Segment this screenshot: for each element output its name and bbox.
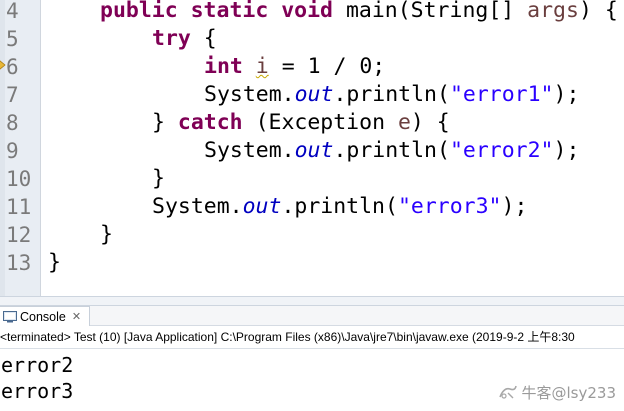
code-text: = 1 / 0; (268, 54, 386, 79)
line-number: 5 (6, 27, 19, 51)
line-number: 7 (6, 83, 19, 107)
code-text: { (190, 26, 217, 51)
line-number: 11 (6, 195, 32, 219)
static-field: out (294, 82, 334, 107)
console-process-label: <terminated> Test (10) [Java Application… (0, 330, 575, 344)
marker-strip (0, 0, 5, 296)
code-line-10[interactable]: } (152, 165, 165, 193)
console-tab-bar: Console ✕ (0, 306, 624, 326)
static-field: out (242, 194, 282, 219)
watermark: 牛客@lsy233 (498, 380, 617, 404)
console-output-line: error2 (1, 353, 74, 377)
code-text: System. (204, 138, 295, 163)
console-monitor-icon (3, 310, 17, 322)
code-line-12[interactable]: } (100, 221, 113, 249)
line-number: 13 (6, 251, 32, 275)
code-text: .println( (333, 138, 450, 163)
static-field: out (294, 138, 334, 163)
code-editor[interactable]: 4 5 6 7 8 9 10 11 12 13 public static vo… (0, 0, 624, 296)
watermark-text: 牛客@lsy233 (521, 383, 617, 402)
code-text: } (48, 250, 61, 275)
code-line-11[interactable]: System.out.println("error3"); (152, 193, 527, 221)
line-number: 12 (6, 223, 32, 247)
code-text: System. (152, 194, 243, 219)
string-literal: "error2" (449, 138, 554, 163)
line-number: 6 (6, 55, 19, 79)
code-text: } (100, 222, 113, 247)
code-text: .println( (281, 194, 398, 219)
tab-label: Console (20, 309, 66, 324)
code-text: ); (553, 82, 580, 107)
warning-variable[interactable]: i (256, 54, 269, 79)
tab-console[interactable]: Console ✕ (0, 306, 90, 326)
code-text: } (152, 166, 165, 191)
nowcoder-logo-icon (498, 385, 517, 399)
code-line-5[interactable]: try { (152, 25, 217, 53)
code-text: ); (501, 194, 528, 219)
string-literal: "error1" (449, 82, 554, 107)
keyword: public static void (100, 0, 333, 23)
divider (0, 348, 624, 349)
code-line-9[interactable]: System.out.println("error2"); (204, 137, 579, 165)
line-number: 4 (6, 0, 19, 23)
parameter-name: args (527, 0, 579, 23)
line-number: 8 (6, 111, 19, 135)
code-line-7[interactable]: System.out.println("error1"); (204, 81, 579, 109)
code-line-6[interactable]: int i = 1 / 0; (204, 53, 385, 81)
console-output-line: error3 (1, 379, 74, 403)
close-icon[interactable]: ✕ (72, 310, 81, 323)
line-number: 10 (6, 167, 32, 191)
code-text: (Exception (242, 110, 398, 135)
keyword: catch (177, 110, 243, 135)
keyword: try (152, 26, 191, 51)
string-literal: "error3" (397, 194, 502, 219)
code-text: System. (204, 82, 295, 107)
code-text: ); (553, 138, 580, 163)
line-number: 9 (6, 139, 19, 163)
code-text: ) { (578, 0, 618, 23)
code-text: ) { (410, 110, 450, 135)
code-line-8[interactable]: } catch (Exception e) { (152, 109, 450, 137)
code-line-4[interactable]: public static void main(String[] args) { (100, 0, 618, 25)
gutter-divider (40, 0, 41, 296)
code-text: } (152, 110, 178, 135)
view-sash[interactable] (0, 296, 624, 306)
code-text: .println( (333, 82, 450, 107)
code-line-13[interactable]: } (48, 249, 61, 277)
line-number-gutter: 4 5 6 7 8 9 10 11 12 13 (0, 0, 40, 296)
keyword: int (204, 54, 243, 79)
warning-marker-icon[interactable] (0, 58, 8, 72)
code-text: main(String[] (333, 0, 528, 23)
exception-variable: e (397, 110, 411, 135)
